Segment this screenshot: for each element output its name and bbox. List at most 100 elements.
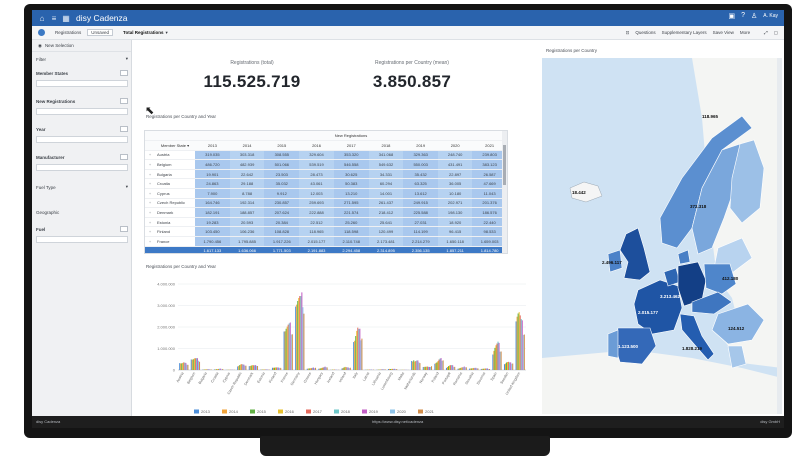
chart-bar[interactable] <box>438 359 440 370</box>
chart-bar[interactable] <box>311 367 313 370</box>
table-cell[interactable]: 108.828 <box>264 226 300 238</box>
chart-bar[interactable] <box>210 369 212 370</box>
table-cell[interactable]: 120.499 <box>368 226 404 238</box>
chart-bar[interactable] <box>313 368 316 370</box>
table-cell[interactable]: 1.917.226 <box>264 236 300 247</box>
chart-bar[interactable] <box>504 363 507 370</box>
chart-bar[interactable] <box>354 340 356 370</box>
table-cell[interactable]: 19.901 <box>195 169 230 180</box>
sidebar-header[interactable]: ◉ New Selection <box>32 40 131 52</box>
chart-bar[interactable] <box>503 364 505 370</box>
chart-bar[interactable] <box>450 365 452 370</box>
field-year[interactable]: Year <box>36 126 128 132</box>
chart-bar[interactable] <box>183 362 185 370</box>
chart-bar[interactable] <box>280 367 282 370</box>
table-row[interactable]: + Denmark 182.191 188.857 207.624 222.888 221.… <box>145 207 507 218</box>
chart-bar[interactable] <box>204 369 206 370</box>
chart-bar[interactable] <box>323 367 325 370</box>
column-header-year[interactable]: 2017 <box>333 140 369 151</box>
legend-swatch[interactable] <box>278 409 283 414</box>
chart-bar[interactable] <box>275 367 277 370</box>
chart-bar[interactable] <box>319 368 321 370</box>
chart-bar[interactable] <box>395 369 397 370</box>
chart-bar[interactable] <box>419 363 421 370</box>
table-cell[interactable]: 221.574 <box>333 207 369 218</box>
chart-bar[interactable] <box>254 365 256 370</box>
field-toggle[interactable] <box>120 98 128 104</box>
chart-bar[interactable] <box>347 367 349 370</box>
table-row[interactable]: + Finland 103.450 106.236 108.828 118.965 118.… <box>145 226 507 238</box>
table-cell[interactable]: 353.320 <box>333 150 369 161</box>
table-cell[interactable]: 50.383 <box>333 178 369 190</box>
table-cell[interactable]: 12.003 <box>299 188 334 199</box>
chart-bar[interactable] <box>519 315 521 370</box>
chart-bar[interactable] <box>392 368 394 370</box>
table-scrollbar[interactable] <box>502 131 507 253</box>
chart-bar[interactable] <box>483 368 485 370</box>
table-cell[interactable]: 319.035 <box>195 150 230 161</box>
chart-bar[interactable] <box>217 369 219 370</box>
filter-row[interactable]: Filter ▾ <box>36 56 128 62</box>
registrations-table[interactable]: New Registrations Member State ▾ 2013 201… <box>144 130 508 254</box>
chart-bar[interactable] <box>411 360 413 370</box>
table-cell[interactable]: 23.503 <box>264 169 300 180</box>
close-view-icon[interactable]: ▢ <box>774 30 778 36</box>
chart-bar[interactable] <box>286 326 288 370</box>
legend-swatch[interactable] <box>250 409 255 414</box>
chart-bar[interactable] <box>297 300 299 370</box>
chart-bar[interactable] <box>394 368 396 370</box>
chart-bar[interactable] <box>255 365 258 370</box>
expand-icon[interactable]: + <box>145 207 155 218</box>
table-cell[interactable]: 10.180 <box>438 188 473 199</box>
chart-bar[interactable] <box>312 367 314 370</box>
chart-bar[interactable] <box>353 342 355 370</box>
chart-bar[interactable] <box>463 366 465 370</box>
chart-bar[interactable] <box>257 365 259 370</box>
registrations-range-slider[interactable] <box>36 108 128 115</box>
chart-bar[interactable] <box>396 369 398 370</box>
chart-bar[interactable] <box>186 364 188 370</box>
chart-bar[interactable] <box>308 368 310 370</box>
expand-icon[interactable]: + <box>145 188 155 199</box>
chart-bar[interactable] <box>359 328 361 370</box>
table-cell[interactable]: 2.214.279 <box>403 236 439 247</box>
fullscreen-icon[interactable]: ⤢ <box>764 30 768 36</box>
chart-bar[interactable] <box>510 362 512 370</box>
chart-bar[interactable] <box>266 369 268 370</box>
chart-bar[interactable] <box>428 366 430 370</box>
legend-swatch[interactable] <box>390 409 395 414</box>
chart-bar[interactable] <box>423 366 425 370</box>
scrollbar-thumb[interactable] <box>503 145 506 185</box>
table-cell[interactable]: 225.588 <box>403 207 439 218</box>
chart-bar[interactable] <box>454 366 456 370</box>
chart-bar[interactable] <box>360 340 362 370</box>
column-header-year[interactable]: 2020 <box>438 140 473 151</box>
chart-bar[interactable] <box>523 334 525 370</box>
table-row[interactable]: + Estonia 19.283 20.593 20.384 22.512 25.260 25… <box>145 217 507 228</box>
table-cell[interactable]: 22.897 <box>438 169 473 180</box>
legend-swatch[interactable] <box>418 409 423 414</box>
table-cell[interactable]: 192.314 <box>229 198 265 209</box>
chart-bar[interactable] <box>520 319 522 370</box>
table-cell[interactable]: 43.061 <box>299 178 334 190</box>
table-cell[interactable]: 114.199 <box>403 226 439 238</box>
table-cell[interactable]: 188.857 <box>229 207 265 218</box>
chart-bar[interactable] <box>253 365 255 370</box>
home-icon[interactable]: ⌂ <box>36 14 48 23</box>
toolbar-action-save[interactable]: Save View <box>713 30 734 36</box>
chart-bar[interactable] <box>318 368 320 370</box>
chart-bar[interactable] <box>194 358 196 370</box>
chart-bar[interactable] <box>274 367 276 370</box>
chart-bar[interactable] <box>460 367 462 370</box>
column-header-member-state[interactable]: Member State ▾ <box>155 140 195 151</box>
chart-bar[interactable] <box>436 362 438 370</box>
chart-bar[interactable] <box>358 328 360 370</box>
table-cell[interactable]: 13.612 <box>403 188 439 199</box>
grid-icon[interactable]: ▦ <box>60 14 72 23</box>
chart-bar[interactable] <box>300 296 302 370</box>
table-row[interactable]: + Czech Republic 164.746 192.314 230.857 259.… <box>145 198 507 209</box>
chart-bar[interactable] <box>464 367 466 370</box>
chart-bar[interactable] <box>512 363 514 370</box>
chart-bar[interactable] <box>506 362 508 370</box>
chart-bar[interactable] <box>449 365 451 370</box>
